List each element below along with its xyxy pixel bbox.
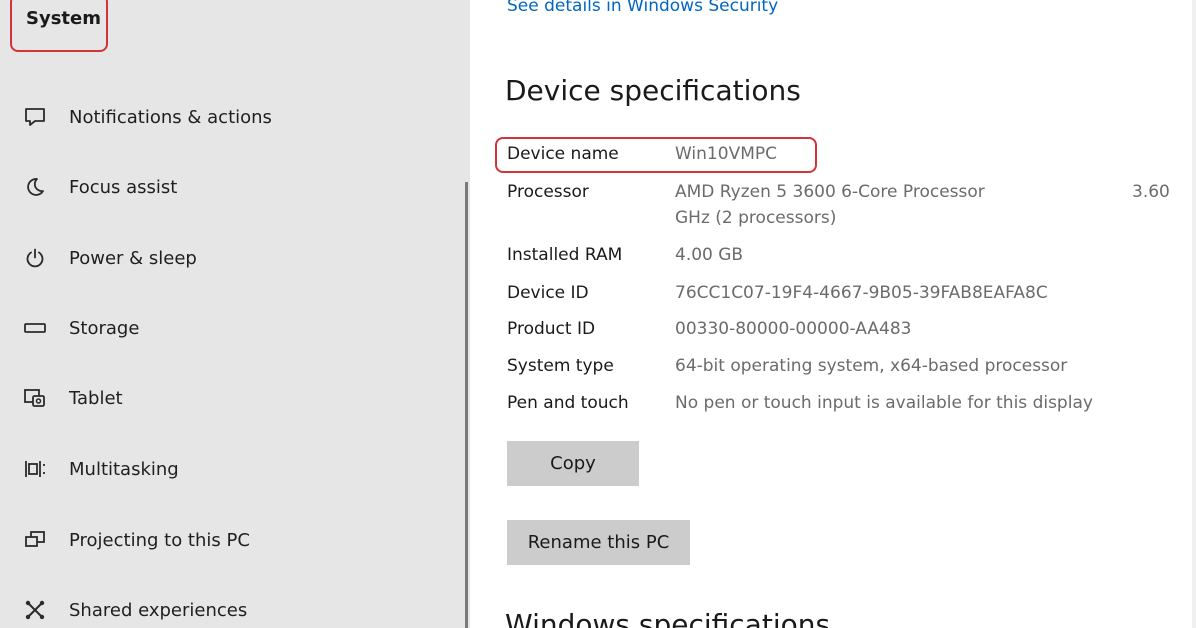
power-icon (20, 247, 50, 269)
sidebar-item-focus-assist[interactable]: Focus assist (0, 165, 460, 209)
sidebar-item-tablet[interactable]: Tablet (0, 376, 460, 420)
sidebar-item-label: Power & sleep (69, 247, 197, 269)
notifications-icon (20, 106, 50, 128)
processor-speed: 3.60 (1132, 182, 1170, 202)
sidebar-item-label: Multitasking (69, 458, 179, 480)
sidebar-item-storage[interactable]: Storage (0, 306, 460, 350)
sidebar-item-label: Storage (69, 317, 140, 339)
spec-row-product-id: Product ID 00330-80000-00000-AA483 (507, 319, 911, 339)
spec-row-system-type: System type 64-bit operating system, x64… (507, 356, 1067, 376)
spec-value: Win10VMPC (675, 144, 777, 164)
spec-label: System type (507, 356, 614, 376)
processor-value-line2: GHz (2 processors) (675, 208, 837, 228)
sidebar-item-label: Tablet (69, 387, 123, 409)
sidebar-item-label: Projecting to this PC (69, 529, 250, 551)
settings-window: System Notifications & actions Focus ass… (0, 0, 1196, 628)
spec-label: Installed RAM (507, 245, 623, 265)
spec-label: Device ID (507, 283, 589, 303)
windows-specifications-title: Windows specifications (505, 608, 831, 628)
sidebar-item-label: Notifications & actions (69, 106, 272, 128)
sidebar-item-shared-experiences[interactable]: Shared experiences (0, 588, 460, 628)
shared-experiences-icon (20, 599, 50, 621)
spec-label: Device name (507, 144, 619, 164)
sidebar-item-label: Focus assist (69, 176, 178, 198)
tablet-icon (20, 387, 50, 409)
copy-button[interactable]: Copy (507, 441, 639, 486)
spec-row-pen-touch: Pen and touch No pen or touch input is a… (507, 393, 1093, 413)
sidebar-item-system[interactable]: System (10, 0, 108, 52)
moon-icon (20, 176, 50, 198)
sidebar-scrollbar[interactable] (465, 182, 468, 628)
spec-value: 4.00 GB (675, 245, 744, 265)
sidebar-item-projecting[interactable]: Projecting to this PC (0, 518, 460, 562)
sidebar-item-power-sleep[interactable]: Power & sleep (0, 236, 460, 280)
spec-label: Processor (507, 182, 589, 202)
spec-label: Pen and touch (507, 393, 629, 413)
spec-value: 76CC1C07-19F4-4667-9B05-39FAB8EAFA8C (675, 283, 1048, 303)
spec-row-processor: Processor AMD Ryzen 5 3600 6-Core Proces… (507, 182, 985, 202)
sidebar-item-label: Shared experiences (69, 599, 248, 621)
windows-security-link[interactable]: See details in Windows Security (507, 0, 778, 16)
device-specifications-title: Device specifications (505, 74, 801, 107)
window-edge (1192, 0, 1196, 628)
main-content: See details in Windows Security Device s… (470, 0, 1196, 628)
rename-pc-button[interactable]: Rename this PC (507, 520, 690, 565)
spec-value: 00330-80000-00000-AA483 (675, 319, 912, 339)
multitasking-icon (20, 458, 50, 480)
sidebar-item-notifications[interactable]: Notifications & actions (0, 95, 460, 139)
spec-value: No pen or touch input is available for t… (675, 393, 1093, 413)
spec-value: AMD Ryzen 5 3600 6-Core Processor (675, 182, 985, 202)
spec-row-device-name: Device name Win10VMPC (507, 144, 777, 164)
spec-row-installed-ram: Installed RAM 4.00 GB (507, 245, 743, 265)
spec-row-device-id: Device ID 76CC1C07-19F4-4667-9B05-39FAB8… (507, 283, 1048, 303)
spec-label: Product ID (507, 319, 596, 339)
spec-value: 64-bit operating system, x64-based proce… (675, 356, 1068, 376)
sidebar: System Notifications & actions Focus ass… (0, 0, 470, 628)
storage-icon (20, 321, 50, 335)
projecting-icon (20, 529, 50, 551)
sidebar-item-label: System (26, 8, 101, 29)
sidebar-item-multitasking[interactable]: Multitasking (0, 447, 460, 491)
